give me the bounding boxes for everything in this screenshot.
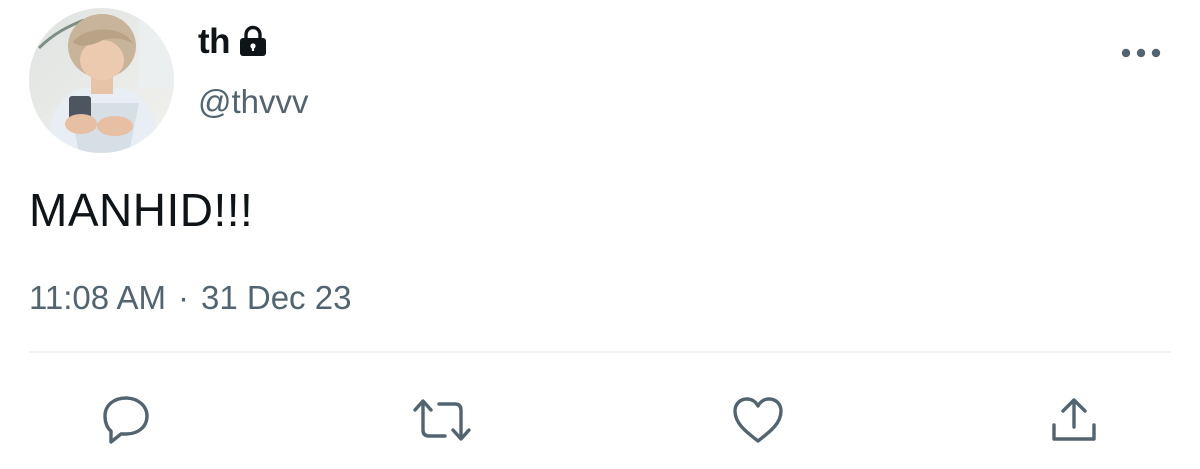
lock-icon: [238, 25, 268, 57]
more-icon: [1121, 48, 1161, 58]
meta-separator: ·: [177, 279, 189, 316]
heart-icon: [731, 395, 785, 445]
display-name[interactable]: th: [198, 22, 231, 62]
avatar[interactable]: [29, 8, 174, 153]
retweet-icon: [411, 396, 473, 444]
tweet-text: MANHID!!!: [29, 184, 254, 236]
divider: [29, 351, 1171, 353]
author-handle[interactable]: @thvvv: [198, 82, 309, 122]
share-button[interactable]: [1044, 390, 1104, 450]
tweet-time: 11:08 AM: [29, 279, 166, 316]
retweet-button[interactable]: [412, 390, 472, 450]
author-name-row: th: [198, 22, 268, 62]
tweet-timestamp[interactable]: 11:08 AM · 31 Dec 23: [29, 278, 351, 318]
tweet-date: 31 Dec 23: [200, 279, 352, 316]
like-button[interactable]: [728, 390, 788, 450]
more-options-button[interactable]: [1118, 38, 1164, 68]
reply-button[interactable]: [96, 390, 156, 450]
share-icon: [1049, 395, 1099, 445]
reply-icon: [99, 394, 153, 446]
